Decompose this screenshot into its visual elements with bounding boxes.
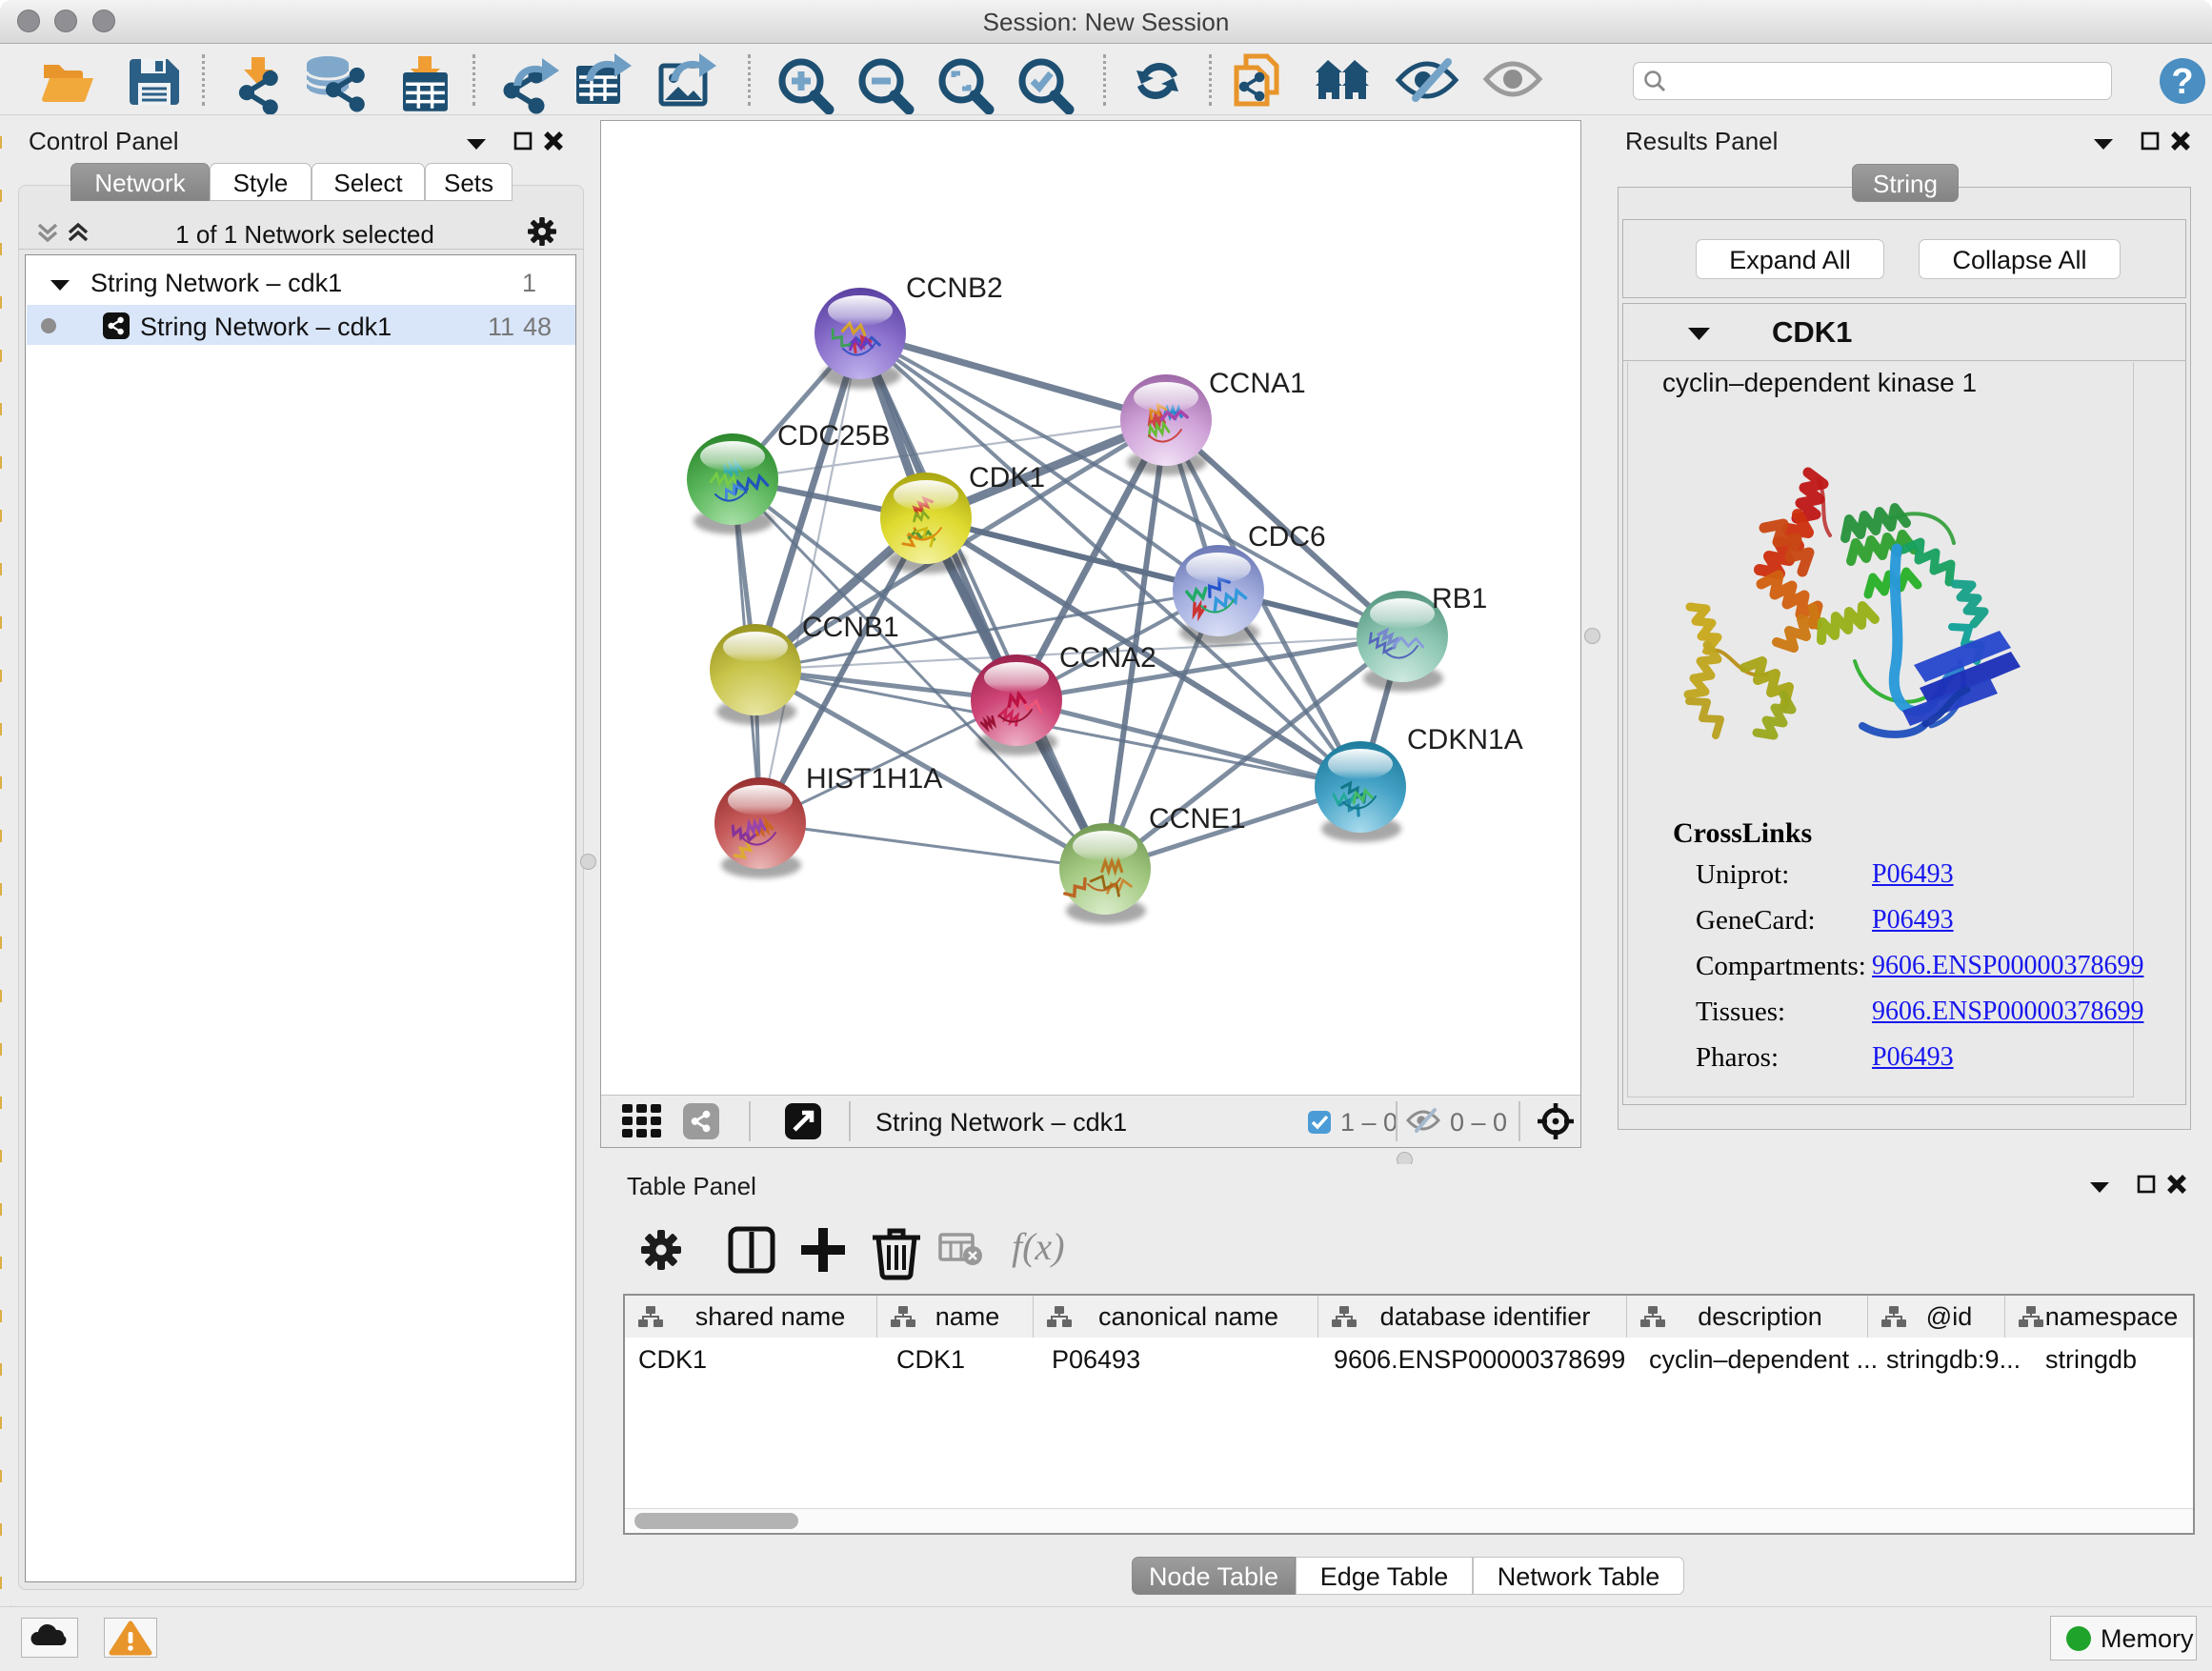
svg-text:f(x): f(x) [1012, 1225, 1065, 1268]
svg-text:CCNA2: CCNA2 [1059, 642, 1156, 674]
svg-text:CCNB1: CCNB1 [802, 612, 899, 643]
svg-text:CCNB2: CCNB2 [906, 272, 1003, 304]
svg-text:HIST1H1A: HIST1H1A [806, 763, 942, 795]
svg-text:RB1: RB1 [1432, 583, 1487, 614]
svg-text:CDKN1A: CDKN1A [1407, 724, 1523, 755]
svg-text:CCNA1: CCNA1 [1209, 368, 1306, 399]
svg-text:CDC6: CDC6 [1248, 521, 1326, 553]
svg-text:String Network – cdk1: String Network – cdk1 [875, 1108, 1127, 1137]
svg-text:CCNE1: CCNE1 [1149, 803, 1246, 835]
svg-text:?: ? [2171, 62, 2193, 102]
svg-text:1 – 0: 1 – 0 [1340, 1108, 1398, 1137]
svg-text:0 – 0: 0 – 0 [1450, 1108, 1507, 1137]
svg-text:CDC25B: CDC25B [777, 420, 890, 452]
svg-text:CDK1: CDK1 [969, 462, 1045, 493]
